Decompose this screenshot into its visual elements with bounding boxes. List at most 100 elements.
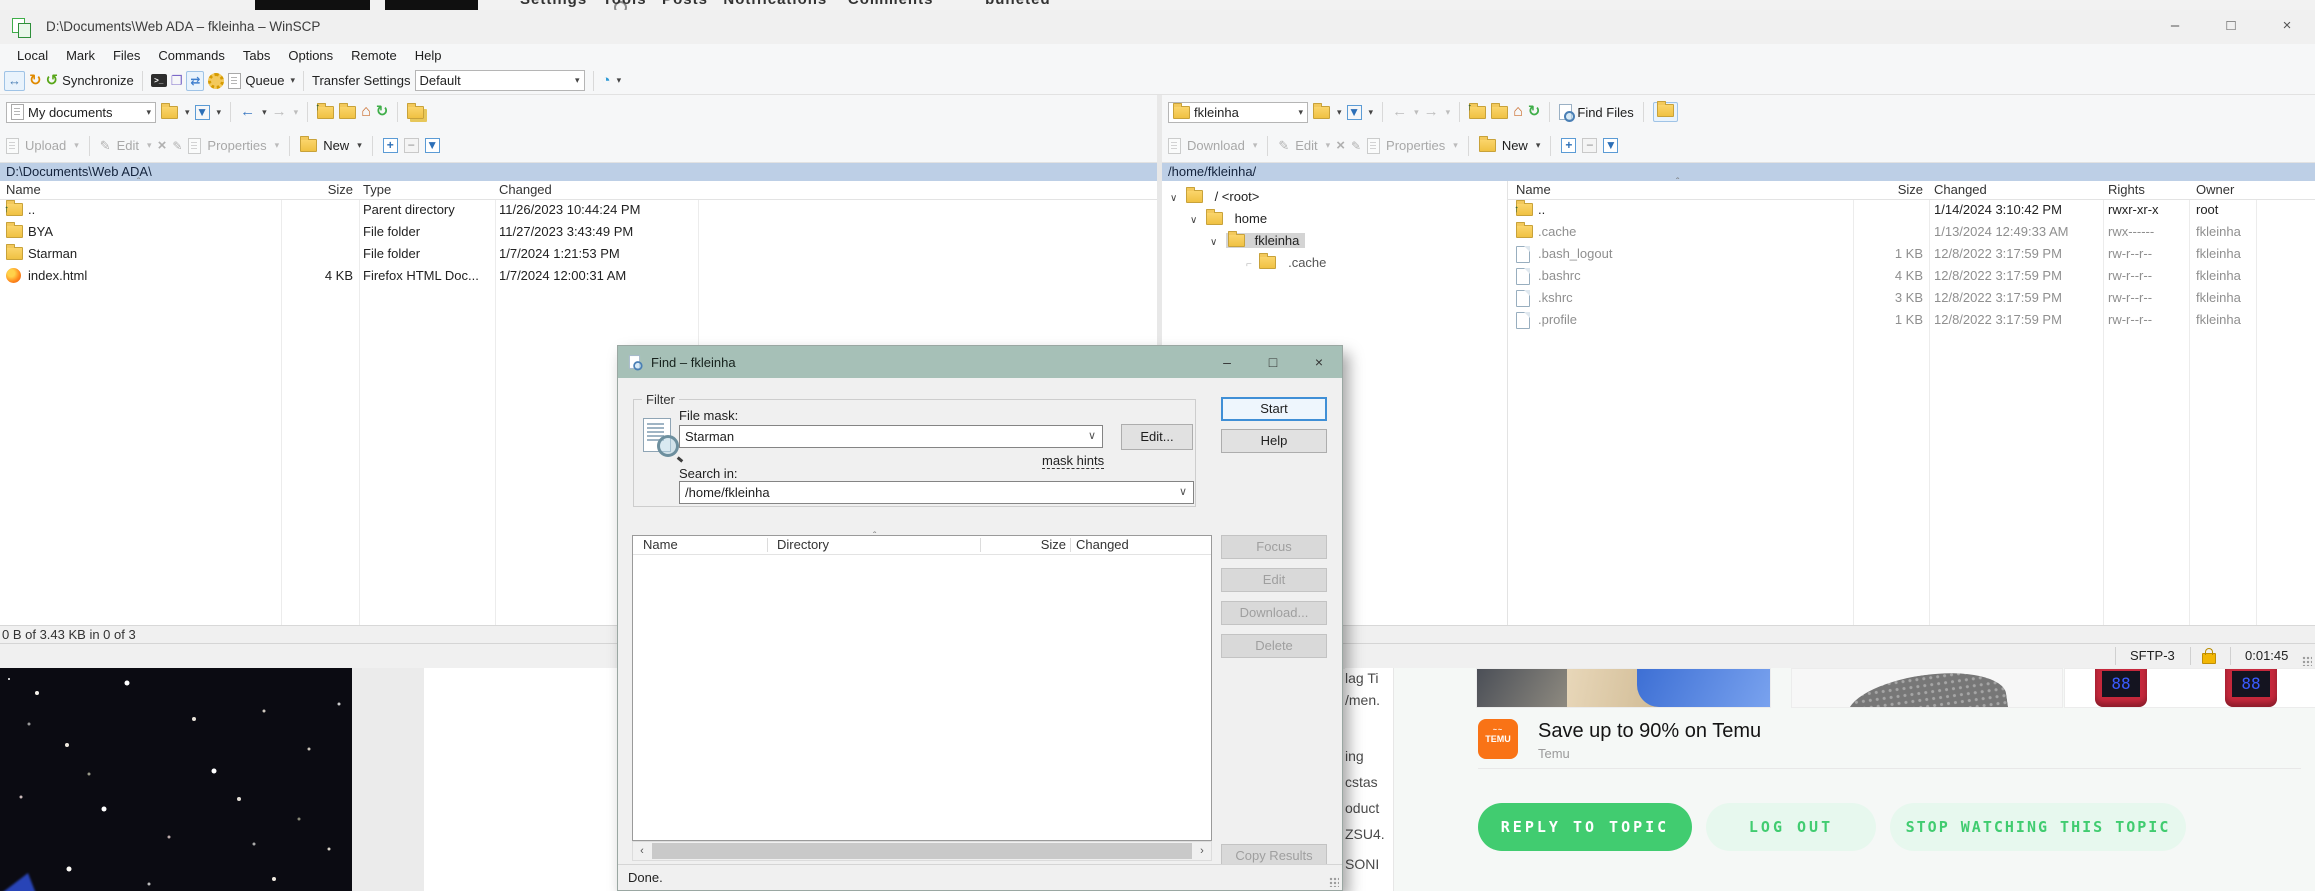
menu-help[interactable]: Help bbox=[406, 48, 451, 63]
find-dialog-titlebar[interactable]: Find – fkleinha – □ × bbox=[618, 346, 1342, 378]
transfer-settings-combo[interactable]: Default▾ bbox=[415, 70, 585, 91]
stop-watching-button[interactable]: STOP WATCHING THIS TOPIC bbox=[1890, 803, 2186, 851]
file-row[interactable]: .cache 1/13/2024 12:49:33 AM rwx------ f… bbox=[1508, 221, 2315, 243]
focus-button[interactable]: Focus bbox=[1221, 535, 1327, 559]
column-name[interactable]: Name bbox=[6, 182, 41, 197]
upload-icon[interactable] bbox=[6, 138, 19, 154]
remote-list-header[interactable]: ˆ Name Size Changed Rights Owner bbox=[1508, 181, 2315, 200]
ad-headline[interactable]: Save up to 90% on Temu bbox=[1538, 720, 1761, 743]
new-button[interactable]: New bbox=[1502, 138, 1528, 153]
results-hscrollbar[interactable]: ‹ › bbox=[632, 841, 1212, 861]
right-path-bar[interactable]: /home/fkleinha/ bbox=[1162, 163, 2315, 181]
tree-item-root[interactable]: ∨ / <root> bbox=[1170, 186, 1259, 208]
temu-logo[interactable]: ~~ TEMU bbox=[1478, 719, 1518, 759]
file-row[interactable]: ↑ .. Parent directory 11/26/2023 10:44:2… bbox=[0, 199, 1157, 221]
edit-mask-button[interactable]: Edit... bbox=[1121, 424, 1193, 450]
properties-icon[interactable] bbox=[188, 138, 201, 154]
file-mask-combo[interactable]: Starman ∨ bbox=[679, 425, 1103, 448]
ad-product-image[interactable] bbox=[1791, 668, 2063, 708]
tree-item-cache[interactable]: ⌐ .cache bbox=[1246, 252, 1326, 274]
tree-item-home[interactable]: ∨ home bbox=[1190, 208, 1267, 230]
menu-commands[interactable]: Commands bbox=[149, 48, 233, 63]
filter-icon[interactable]: ▼ bbox=[195, 105, 210, 120]
file-row[interactable]: Starman File folder 1/7/2024 1:21:53 PM bbox=[0, 243, 1157, 265]
close-button[interactable]: × bbox=[2259, 10, 2315, 44]
left-path-bar[interactable]: D:\Documents\Web ADA\ bbox=[0, 163, 1157, 181]
column-size[interactable]: Size bbox=[985, 537, 1066, 552]
dialog-minimize-button[interactable]: – bbox=[1204, 346, 1250, 378]
ad-product-image[interactable] bbox=[1476, 668, 1771, 708]
sync-browsing-icon[interactable]: ↻ bbox=[29, 73, 42, 89]
column-directory[interactable]: Directory bbox=[777, 537, 829, 552]
reply-to-topic-button[interactable]: REPLY TO TOPIC bbox=[1478, 803, 1692, 851]
rename-icon[interactable]: ✎ bbox=[172, 138, 182, 154]
menu-tabs[interactable]: Tabs bbox=[234, 48, 279, 63]
maximize-button[interactable]: □ bbox=[2203, 10, 2259, 44]
sync-tree-icon[interactable] bbox=[1653, 102, 1678, 122]
download-result-button[interactable]: Download... bbox=[1221, 601, 1327, 625]
delete-icon[interactable]: × bbox=[158, 138, 167, 154]
minimize-button[interactable]: – bbox=[2147, 10, 2203, 44]
scroll-right-icon[interactable]: › bbox=[1193, 842, 1211, 860]
left-drive-combo[interactable]: My documents ▾ bbox=[6, 102, 156, 123]
select-plus-icon[interactable]: + bbox=[1561, 138, 1576, 153]
refresh-icon[interactable]: ↻ bbox=[376, 104, 389, 120]
open-directory-icon[interactable] bbox=[1313, 106, 1330, 119]
properties-button[interactable]: Properties bbox=[1386, 138, 1445, 153]
menu-files[interactable]: Files bbox=[104, 48, 149, 63]
column-changed[interactable]: Changed bbox=[1934, 182, 1987, 197]
tree-item-fkleinha[interactable]: ∨ fkleinha bbox=[1210, 230, 1305, 252]
rename-icon[interactable]: ✎ bbox=[1351, 138, 1361, 154]
results-header[interactable]: Name Directory ˆ Size Changed bbox=[633, 536, 1211, 555]
synchronize-button[interactable]: Synchronize bbox=[62, 73, 134, 88]
column-name[interactable]: Name bbox=[643, 537, 678, 552]
resize-columns-icon[interactable]: ↔ bbox=[4, 71, 25, 91]
delete-result-button[interactable]: Delete bbox=[1221, 634, 1327, 658]
search-in-combo[interactable]: /home/fkleinha ∨ bbox=[679, 481, 1194, 504]
column-size[interactable]: Size bbox=[281, 182, 353, 197]
select-minus-icon[interactable]: − bbox=[404, 138, 419, 153]
resize-grip[interactable] bbox=[2302, 656, 2312, 666]
start-button[interactable]: Start bbox=[1221, 397, 1327, 421]
results-list[interactable]: Name Directory ˆ Size Changed bbox=[632, 535, 1212, 841]
edit-icon[interactable]: ✎ bbox=[100, 138, 111, 154]
selected-tree-node[interactable]: fkleinha bbox=[1226, 233, 1305, 248]
edit-button[interactable]: Edit bbox=[1295, 138, 1317, 153]
selection-filter-icon[interactable]: ▼ bbox=[425, 138, 440, 153]
collapse-icon[interactable]: ∨ bbox=[1170, 193, 1177, 204]
queue-icon[interactable] bbox=[228, 73, 241, 89]
dialog-maximize-button[interactable]: □ bbox=[1250, 346, 1296, 378]
remote-dir-combo[interactable]: fkleinha ▾ bbox=[1168, 102, 1308, 123]
column-rights[interactable]: Rights bbox=[2108, 182, 2145, 197]
root-directory-icon[interactable] bbox=[1491, 106, 1508, 119]
tree-toggle-icon[interactable] bbox=[407, 106, 424, 119]
winscp-titlebar[interactable]: D:\Documents\Web ADA – fkleinha – WinSCP… bbox=[0, 10, 2315, 45]
edit-button[interactable]: Edit bbox=[117, 138, 139, 153]
file-row[interactable]: ↑ .. 1/14/2024 3:10:42 PM rwxr-xr-x root bbox=[1508, 199, 2315, 221]
chevron-down-icon[interactable]: ∨ bbox=[1088, 426, 1096, 447]
transfer-options-icon[interactable]: ◔ bbox=[602, 73, 611, 89]
delete-icon[interactable]: × bbox=[1336, 138, 1345, 154]
collapse-icon[interactable]: ∨ bbox=[1190, 215, 1197, 226]
help-button[interactable]: Help bbox=[1221, 429, 1327, 453]
refresh-panel-icon[interactable]: ⇄ bbox=[186, 71, 204, 91]
file-row[interactable]: .bash_logout 1 KB 12/8/2022 3:17:59 PM r… bbox=[1508, 243, 2315, 265]
file-row[interactable]: .kshrc 3 KB 12/8/2022 3:17:59 PM rw-r--r… bbox=[1508, 287, 2315, 309]
synchronize-icon[interactable]: ↺ bbox=[46, 73, 59, 89]
filter-icon[interactable]: ▼ bbox=[1347, 105, 1362, 120]
left-list-header[interactable]: ˆ Name Size Type Changed bbox=[0, 181, 1157, 200]
menu-options[interactable]: Options bbox=[279, 48, 342, 63]
scroll-left-icon[interactable]: ‹ bbox=[633, 842, 651, 860]
mask-hints-link[interactable]: mask hints bbox=[1042, 453, 1104, 468]
find-files-icon[interactable] bbox=[1559, 104, 1572, 120]
edit-icon[interactable]: ✎ bbox=[1278, 138, 1289, 154]
select-minus-icon[interactable]: − bbox=[1582, 138, 1597, 153]
home-directory-icon[interactable]: ⌂ bbox=[361, 104, 371, 120]
column-type[interactable]: Type bbox=[363, 182, 391, 197]
forward-icon[interactable]: → bbox=[1424, 104, 1439, 120]
download-button[interactable]: Download bbox=[1187, 138, 1245, 153]
column-size[interactable]: Size bbox=[1853, 182, 1923, 197]
chevron-down-icon[interactable]: ∨ bbox=[1179, 482, 1187, 503]
new-button[interactable]: New bbox=[323, 138, 349, 153]
log-out-button[interactable]: LOG OUT bbox=[1706, 803, 1876, 851]
